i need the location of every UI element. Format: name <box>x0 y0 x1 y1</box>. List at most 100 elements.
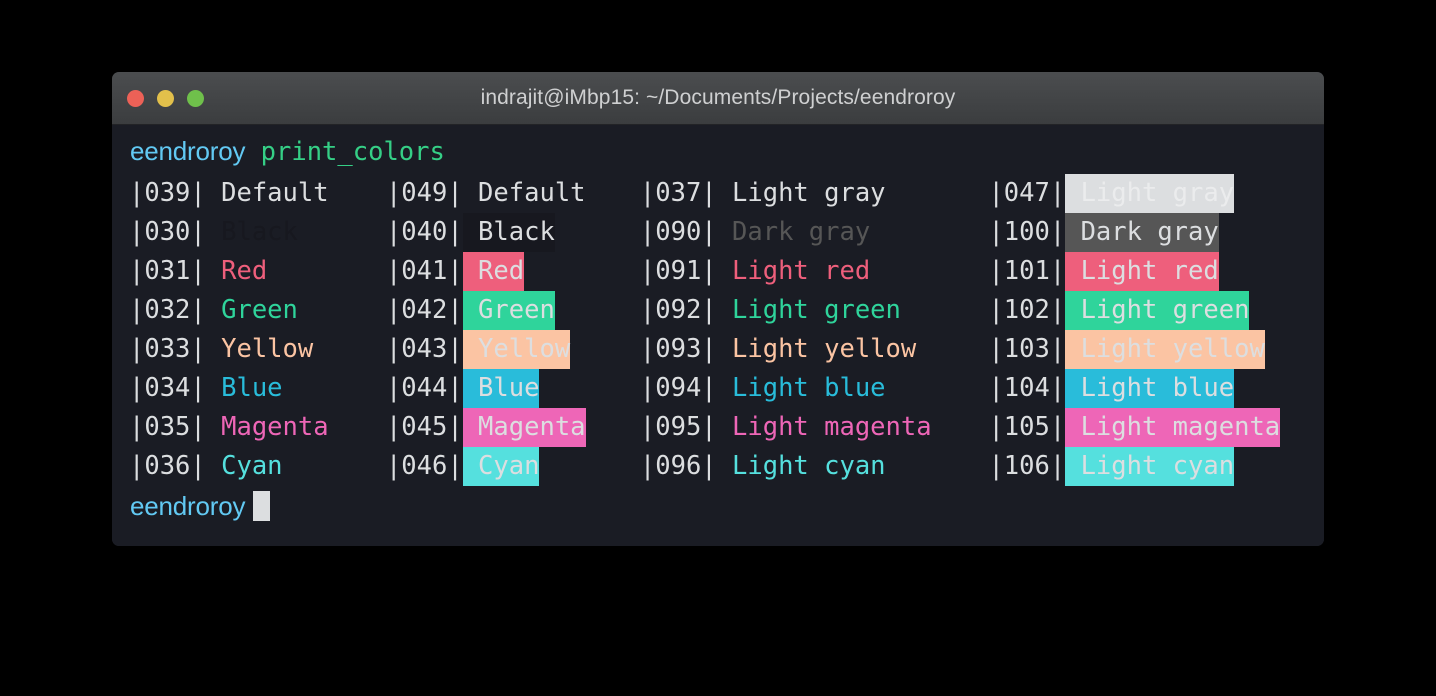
color-cell: |101| Light red <box>975 252 1324 291</box>
color-cell: |047| Light gray <box>975 174 1324 213</box>
color-code: |031| <box>129 256 206 286</box>
color-swatch: Light yellow <box>716 334 917 364</box>
color-cell: |093| Light yellow <box>627 330 976 369</box>
color-cell: |049| Default <box>373 174 627 213</box>
color-label: Green <box>462 291 555 330</box>
color-label: Light yellow <box>1065 330 1265 369</box>
color-code: |046| <box>385 451 463 481</box>
color-label: Black <box>206 213 298 252</box>
color-cell: |030| Black <box>116 213 373 252</box>
color-swatch: Green <box>205 295 298 325</box>
color-swatch: Light blue <box>1065 369 1235 408</box>
screen: indrajit@iMbp15: ~/Documents/Projects/ee… <box>0 0 1436 696</box>
maximize-button[interactable] <box>187 89 204 107</box>
color-label: Light magenta <box>1065 408 1281 447</box>
color-code: |037| <box>639 178 717 208</box>
color-code: |091| <box>639 256 717 286</box>
color-code: |042| <box>385 295 463 325</box>
close-button[interactable] <box>127 89 144 107</box>
color-code: |096| <box>639 451 717 481</box>
color-swatch: Light gray <box>716 178 886 208</box>
color-label: Light cyan <box>717 447 886 486</box>
color-swatch: Blue <box>462 369 540 408</box>
color-label: Light red <box>1065 252 1219 291</box>
color-code: |033| <box>129 334 206 364</box>
color-label: Light yellow <box>716 330 917 369</box>
color-label: Cyan <box>205 447 283 486</box>
color-swatch: Black <box>462 213 555 252</box>
color-swatch: Light magenta <box>1065 408 1281 447</box>
color-cell: |102| Light green <box>975 291 1324 330</box>
color-code: |047| <box>988 178 1066 208</box>
minimize-button[interactable] <box>157 89 174 107</box>
color-swatch: Yellow <box>462 330 571 369</box>
color-cell: |037| Light gray <box>627 174 976 213</box>
color-cell: |031| Red <box>116 252 373 291</box>
color-swatch: Magenta <box>205 412 329 442</box>
color-label: Light red <box>716 252 871 291</box>
color-cell: |104| Light blue <box>975 369 1324 408</box>
color-label: Dark gray <box>716 213 871 252</box>
color-swatch: Magenta <box>462 408 586 447</box>
color-swatch: Light cyan <box>716 451 886 481</box>
color-cell: |044| Blue <box>373 369 627 408</box>
color-cell: |100| Dark gray <box>975 213 1324 252</box>
terminal-window: indrajit@iMbp15: ~/Documents/Projects/ee… <box>112 72 1324 546</box>
color-code: |103| <box>988 334 1066 364</box>
color-label: Light cyan <box>1065 447 1235 486</box>
color-cell: |103| Light yellow <box>975 330 1324 369</box>
prompt-line-command: eendroroy print_colors <box>112 131 1324 172</box>
color-swatch: Light red <box>1065 252 1219 291</box>
color-swatch: Light cyan <box>1065 447 1235 486</box>
terminal-body[interactable]: eendroroy print_colors |039| Default |049… <box>112 125 1324 546</box>
color-code: |032| <box>129 295 206 325</box>
color-code: |041| <box>385 256 463 286</box>
prompt-line-input[interactable]: eendroroy <box>112 486 1324 527</box>
color-cell: |043| Yellow <box>373 330 627 369</box>
color-swatch: Light red <box>716 256 871 286</box>
color-row: |034| Blue |044| Blue |094| Light blue |104… <box>116 369 1324 408</box>
color-swatch: Dark gray <box>716 217 871 247</box>
color-swatch: Default <box>205 178 329 208</box>
color-cell: |106| Light cyan <box>975 447 1324 486</box>
traffic-lights <box>127 72 204 124</box>
color-cell: |095| Light magenta <box>627 408 976 447</box>
color-cell: |091| Light red <box>627 252 976 291</box>
color-code: |035| <box>129 412 206 442</box>
color-swatch: Cyan <box>462 447 540 486</box>
window-title: indrajit@iMbp15: ~/Documents/Projects/ee… <box>480 86 956 109</box>
color-label: Blue <box>206 369 282 408</box>
color-label: Cyan <box>462 447 540 486</box>
prompt-user-bottom: eendroroy <box>130 491 246 521</box>
color-label: Yellow <box>206 330 313 369</box>
color-cell: |090| Dark gray <box>627 213 976 252</box>
color-cell: |092| Light green <box>627 291 976 330</box>
color-label: Red <box>462 252 525 291</box>
color-cell: |039| Default <box>116 174 373 213</box>
color-cell: |094| Light blue <box>627 369 976 408</box>
color-row: |030| Black |040| Black |090| Dark gray |10… <box>116 213 1324 252</box>
color-code: |094| <box>639 373 717 403</box>
color-row: |033| Yellow |043| Yellow |093| Light yell… <box>116 330 1324 369</box>
color-code: |104| <box>988 373 1066 403</box>
color-label: Yellow <box>462 330 571 369</box>
color-code: |093| <box>639 334 717 364</box>
color-label: Red <box>206 252 267 291</box>
color-swatch: Light green <box>1065 291 1250 330</box>
color-table: |039| Default |049| Default |037| Light gr… <box>112 174 1324 486</box>
title-bar[interactable]: indrajit@iMbp15: ~/Documents/Projects/ee… <box>112 72 1324 125</box>
color-swatch: Cyan <box>205 451 283 481</box>
color-swatch: Light blue <box>716 373 886 403</box>
color-code: |039| <box>129 178 206 208</box>
color-code: |090| <box>639 217 717 247</box>
color-swatch: Dark gray <box>1065 213 1219 252</box>
color-row: |035| Magenta |045| Magenta |095| Light ma… <box>116 408 1324 447</box>
color-row: |031| Red |041| Red |091| Light red |101| L… <box>116 252 1324 291</box>
color-label: Default <box>463 174 585 213</box>
color-code: |044| <box>385 373 463 403</box>
color-cell: |042| Green <box>373 291 627 330</box>
color-row: |039| Default |049| Default |037| Light gr… <box>116 174 1324 213</box>
color-swatch: Light magenta <box>716 412 932 442</box>
color-code: |030| <box>129 217 206 247</box>
color-cell: |041| Red <box>373 252 627 291</box>
